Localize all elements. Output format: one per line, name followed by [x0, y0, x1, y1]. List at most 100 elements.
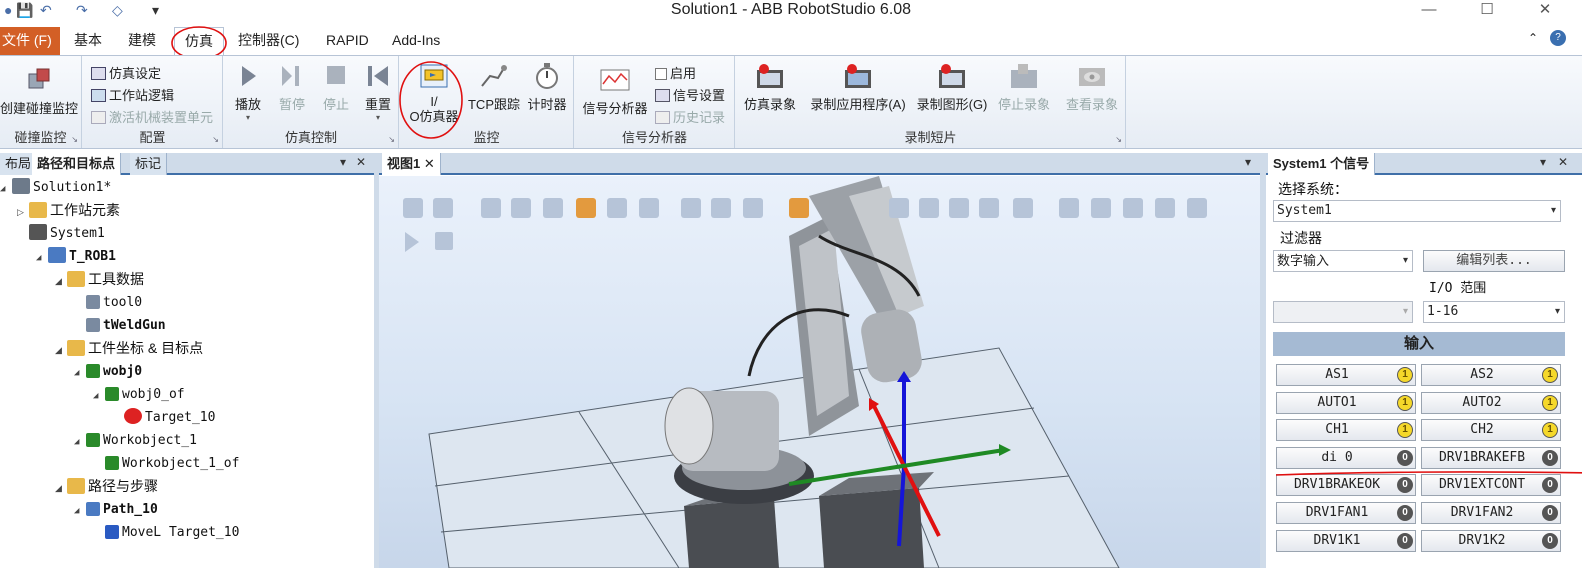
splitter-right[interactable]	[1260, 153, 1266, 568]
sim-record-button[interactable]: 仿真录象	[738, 62, 802, 113]
signal-button[interactable]: AS2 1	[1421, 364, 1561, 386]
tree-node[interactable]: MoveL Target_10	[0, 521, 374, 544]
expand-icon[interactable]: ◢	[55, 339, 67, 362]
tree-node[interactable]: Target_10	[0, 406, 374, 429]
record-graphics-button[interactable]: 录制图形(G)	[914, 62, 990, 113]
frame-icon	[105, 456, 119, 470]
signal-button[interactable]: AS1 1	[1276, 364, 1416, 386]
sim-settings-button[interactable]: 仿真设定	[91, 64, 161, 84]
tree-node-label: Solution1*	[33, 180, 112, 195]
expand-icon[interactable]: ◢	[55, 270, 67, 293]
minimize-button[interactable]: —	[1406, 0, 1452, 22]
tree-node[interactable]: ◢ wobj0_of	[0, 383, 374, 406]
expand-icon[interactable]: ▷	[17, 201, 29, 224]
edit-list-button[interactable]: 编辑列表...	[1423, 250, 1565, 272]
tree-node[interactable]: System1	[0, 222, 374, 245]
enable-checkbox[interactable]: 启用	[655, 64, 696, 84]
station-logic-button[interactable]: 工作站逻辑	[91, 86, 174, 106]
expand-icon[interactable]: ◢	[74, 362, 86, 385]
tree-node[interactable]: ◢ wobj0	[0, 360, 374, 383]
tab-modeling[interactable]: 建模	[118, 27, 166, 55]
expand-icon[interactable]: ◢	[55, 477, 67, 500]
create-collision-button[interactable]: 创建碰撞监控	[0, 66, 82, 117]
viewport-menu-icon[interactable]: ▾	[1245, 155, 1251, 169]
tree-node[interactable]: ◢ 工件坐标 & 目标点	[0, 337, 374, 360]
tree-node[interactable]: ◢ Workobject_1	[0, 429, 374, 452]
3d-viewport[interactable]	[379, 176, 1260, 568]
tab-view1[interactable]: 视图1 ✕	[382, 153, 441, 175]
signal-name: DRV1BRAKEOK	[1293, 477, 1381, 493]
panel-menu-icon[interactable]: ▾	[340, 155, 346, 169]
tab-addins[interactable]: Add-Ins	[382, 27, 450, 55]
expand-icon[interactable]: ◢	[74, 500, 86, 523]
select-system-label: 选择系统：	[1278, 181, 1348, 197]
tree-node[interactable]: tool0	[0, 291, 374, 314]
collapse-ribbon-icon[interactable]: ⌃	[1528, 31, 1538, 45]
signal-settings-button[interactable]: 信号设置	[655, 86, 725, 106]
record-app-icon	[845, 64, 871, 88]
signal-name: DRV1EXTCONT	[1438, 477, 1526, 493]
signal-state-icon: 0	[1397, 505, 1413, 521]
tab-tags[interactable]: 标记	[130, 153, 168, 175]
tree-node[interactable]: Workobject_1_of	[0, 452, 374, 475]
frame-icon	[86, 364, 100, 378]
signal-button[interactable]: di 0 0	[1276, 446, 1416, 469]
expand-icon[interactable]: ◢	[0, 178, 12, 201]
record-app-button[interactable]: 录制应用程序(A)	[806, 62, 910, 113]
expand-icon[interactable]: ◢	[74, 431, 86, 454]
tree-node[interactable]: tWeldGun	[0, 314, 374, 337]
tab-controller[interactable]: 控制器(C)	[228, 27, 309, 55]
help-icon[interactable]: ?	[1550, 30, 1566, 46]
group-launcher-icon[interactable]: ↘	[212, 135, 219, 144]
io-range-select[interactable]: 1-16 ▾	[1423, 301, 1565, 323]
reset-button[interactable]: 重置 ▾	[358, 62, 398, 122]
tab-system-signals[interactable]: System1 个信号	[1268, 153, 1376, 175]
signal-analyzer-button[interactable]: 信号分析器	[577, 66, 653, 117]
timer-button[interactable]: 计时器	[524, 62, 570, 113]
panel-close-icon[interactable]: ✕	[1558, 155, 1568, 169]
tree-node[interactable]: ▷ 工作站元素	[0, 199, 374, 222]
tab-rapid[interactable]: RAPID	[316, 27, 379, 55]
tab-basic[interactable]: 基本	[64, 27, 112, 55]
system-select[interactable]: System1 ▾	[1273, 200, 1561, 222]
target-icon	[124, 408, 142, 424]
expand-icon[interactable]: ◢	[36, 247, 48, 270]
signal-button[interactable]: DRV1FAN1 0	[1276, 502, 1416, 524]
signal-state-icon: 1	[1542, 422, 1558, 439]
tab-file[interactable]: 文件 (F)	[0, 27, 60, 55]
expand-icon[interactable]: ◢	[93, 385, 105, 408]
signal-button[interactable]: DRV1K2 0	[1421, 529, 1561, 552]
group-launcher-icon[interactable]: ↘	[1115, 135, 1122, 144]
group-launcher-icon[interactable]: ↘	[388, 135, 395, 144]
splitter-left[interactable]	[374, 153, 379, 568]
signal-button[interactable]: DRV1BRAKEFB 0	[1421, 446, 1561, 469]
panel-close-icon[interactable]: ✕	[356, 155, 366, 169]
play-button[interactable]: 播放 ▾	[228, 62, 268, 122]
panel-menu-icon[interactable]: ▾	[1540, 155, 1546, 169]
signal-button[interactable]: AUTO1 1	[1276, 391, 1416, 414]
tree-node[interactable]: ◢ 工具数据	[0, 268, 374, 291]
signal-button[interactable]: DRV1K1 0	[1276, 529, 1416, 552]
view-close-icon[interactable]: ✕	[424, 156, 435, 171]
signal-name: DRV1K1	[1313, 532, 1361, 548]
maximize-button[interactable]: ☐	[1464, 0, 1510, 22]
tree-node[interactable]: ◢ Path_10	[0, 498, 374, 521]
signal-name: AS1	[1325, 367, 1349, 382]
device-select: ▾	[1273, 301, 1413, 323]
tree-node[interactable]: ◢ Solution1*	[0, 176, 374, 199]
signal-button[interactable]: CH1 1	[1276, 419, 1416, 442]
frame-icon	[86, 433, 100, 447]
group-launcher-icon[interactable]: ↘	[71, 135, 78, 144]
signal-button[interactable]: CH2 1	[1421, 419, 1561, 442]
filter-select[interactable]: 数字输入 ▾	[1273, 250, 1413, 272]
tree-node[interactable]: ◢ 路径与步骤	[0, 475, 374, 498]
tab-paths-targets[interactable]: 路径和目标点	[32, 153, 122, 175]
signal-button[interactable]: DRV1FAN2 0	[1421, 502, 1561, 524]
signal-button[interactable]: AUTO2 1	[1421, 391, 1561, 414]
mechanism-icon	[91, 111, 106, 124]
close-button[interactable]: ✕	[1522, 0, 1568, 22]
tcp-trace-button[interactable]: TCP跟踪	[466, 62, 522, 113]
tree-node[interactable]: ◢ T_ROB1	[0, 245, 374, 268]
signal-state-icon: 1	[1397, 367, 1413, 383]
signal-state-icon: 0	[1397, 532, 1413, 549]
